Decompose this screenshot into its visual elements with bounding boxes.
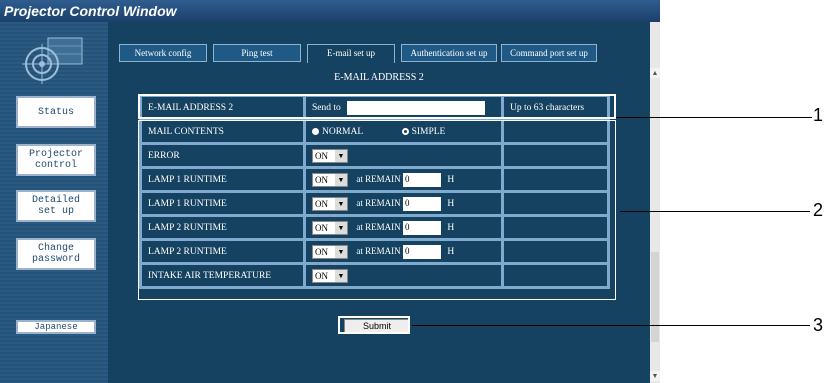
callout-box-1 [138, 94, 616, 119]
callout-leader-1 [616, 117, 812, 118]
scroll-up-icon[interactable]: ▲ [650, 68, 660, 78]
page-title: E-MAIL ADDRESS 2 [334, 72, 424, 83]
japanese-button[interactable]: Japanese [16, 320, 96, 334]
callout-leader-2 [620, 211, 810, 212]
callout-box-2 [138, 120, 616, 300]
window-title: Projector Control Window [0, 0, 660, 22]
scroll-thumb[interactable] [651, 252, 659, 342]
callout-box-3 [338, 316, 410, 334]
status-button[interactable]: Status [16, 96, 96, 128]
scroll-down-icon[interactable]: ▼ [650, 371, 660, 381]
tab-bar: Network config Ping test E-mail set up A… [108, 44, 650, 63]
sidebar: Status Projector control Detailed set up… [0, 22, 108, 383]
callout-number-2: 2 [813, 200, 824, 220]
callout-number-3: 3 [813, 315, 824, 335]
callout-number-1: 1 [813, 105, 824, 125]
projector-logo-icon [22, 37, 83, 84]
scrollbar[interactable]: ▲ ▼ [650, 22, 660, 383]
tab-ping-test[interactable]: Ping test [213, 44, 301, 62]
tab-email-setup[interactable]: E-mail set up [307, 44, 395, 63]
detailed-setup-button[interactable]: Detailed set up [16, 190, 96, 222]
tab-authentication-setup[interactable]: Authentication set up [401, 44, 497, 62]
tab-network-config[interactable]: Network config [119, 44, 207, 62]
callout-leader-3 [412, 325, 810, 326]
projector-control-button[interactable]: Projector control [16, 144, 96, 176]
change-password-button[interactable]: Change password [16, 238, 96, 270]
tab-command-port-setup[interactable]: Command port set up [501, 44, 597, 62]
